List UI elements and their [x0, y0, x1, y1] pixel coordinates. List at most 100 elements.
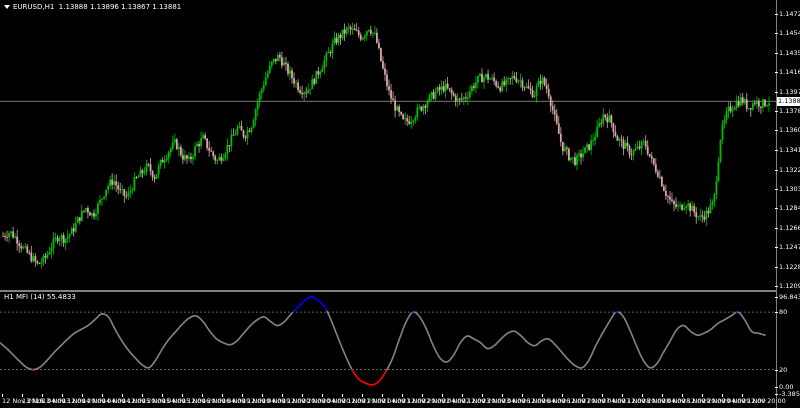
candle-body	[713, 194, 716, 202]
candle-body	[155, 174, 158, 179]
indicator-tick-label: 80	[774, 308, 788, 317]
candle-body	[513, 76, 516, 79]
candle-body	[64, 238, 67, 243]
candle-body	[95, 213, 97, 217]
candle-body	[729, 106, 732, 112]
candle-body	[331, 43, 334, 54]
candle-body	[371, 32, 374, 34]
candle-body	[636, 146, 639, 149]
symbol-timeframe: EURUSD,H1	[13, 3, 55, 11]
candle-body	[481, 73, 483, 83]
candle-body	[163, 160, 166, 163]
candle-body	[466, 97, 469, 99]
candle-body	[652, 158, 655, 165]
candle-body	[634, 148, 637, 151]
candle-body	[10, 231, 12, 234]
candle-body	[80, 210, 83, 221]
candle-body	[270, 61, 273, 66]
candle-body	[632, 150, 635, 155]
price-tick-label: 1.14350	[775, 49, 800, 57]
candle-body	[103, 196, 105, 199]
candle-body	[762, 99, 764, 108]
candle-body	[4, 235, 6, 237]
candle-body	[319, 71, 322, 75]
candle-body	[388, 86, 390, 91]
candle-body	[264, 77, 267, 86]
mfi-line	[0, 296, 766, 386]
candle-body	[111, 179, 114, 185]
candle-body	[262, 85, 265, 90]
candle-body	[416, 107, 419, 118]
candle-body	[464, 97, 467, 99]
candle-body	[175, 139, 178, 150]
candle-body	[376, 32, 378, 43]
candle-body	[588, 144, 591, 150]
candle-body	[565, 147, 568, 149]
candle-body	[169, 148, 172, 153]
candle-body	[725, 111, 728, 120]
candle-body	[161, 159, 164, 163]
candle-body	[173, 139, 176, 143]
candle-body	[733, 107, 736, 110]
candle-body	[568, 148, 570, 161]
candle-body	[654, 164, 657, 172]
candle-body	[131, 190, 134, 192]
candle-body	[335, 37, 338, 43]
candle-body	[757, 100, 760, 107]
candle-body	[396, 106, 399, 111]
candle-body	[179, 147, 182, 156]
candle-body	[701, 215, 704, 217]
candle-body	[22, 246, 25, 249]
candle-body	[681, 204, 683, 210]
chevron-down-icon[interactable]	[4, 5, 10, 9]
candle-body	[531, 89, 534, 98]
candle-body	[523, 87, 526, 89]
candle-body	[301, 92, 304, 95]
candle-body	[561, 141, 564, 152]
candle-body	[673, 200, 675, 205]
candle-body	[499, 87, 502, 92]
candle-body	[260, 89, 263, 94]
candle-body	[268, 65, 271, 73]
candle-body	[446, 83, 449, 89]
price-tick-label: 1.13035	[775, 185, 800, 193]
candle-body	[689, 203, 692, 211]
candle-body	[236, 127, 239, 134]
candle-body	[598, 123, 601, 127]
candle-body	[121, 189, 124, 191]
candle-body	[755, 100, 758, 104]
candle-body	[501, 81, 504, 92]
candle-body	[448, 88, 451, 90]
candle-body	[70, 228, 73, 235]
candle-body	[460, 98, 463, 100]
candle-body	[753, 103, 756, 105]
candle-body	[307, 89, 310, 94]
candle-body	[719, 139, 722, 162]
candle-body	[646, 146, 649, 155]
candle-body	[527, 86, 530, 89]
candle-body	[707, 210, 710, 214]
candle-body	[612, 123, 615, 132]
candle-body	[444, 83, 447, 92]
candle-body	[422, 105, 425, 111]
candle-body	[715, 181, 718, 195]
candle-body	[287, 63, 289, 74]
candle-body	[248, 130, 251, 132]
candle-body	[685, 206, 688, 209]
candle-body	[272, 58, 275, 62]
candle-body	[139, 170, 142, 177]
candle-body	[167, 152, 170, 159]
candle-body	[468, 91, 471, 98]
candle-body	[434, 92, 437, 99]
candle-body	[477, 75, 479, 83]
candle-body	[240, 125, 243, 131]
candle-body	[20, 245, 23, 249]
candle-body	[119, 189, 122, 191]
candle-body	[135, 177, 138, 178]
candle-body	[212, 151, 215, 157]
candle-body	[313, 79, 316, 84]
candle-body	[58, 239, 61, 242]
candle-body	[428, 95, 431, 103]
candle-body	[576, 155, 578, 165]
candle-body	[214, 156, 217, 161]
